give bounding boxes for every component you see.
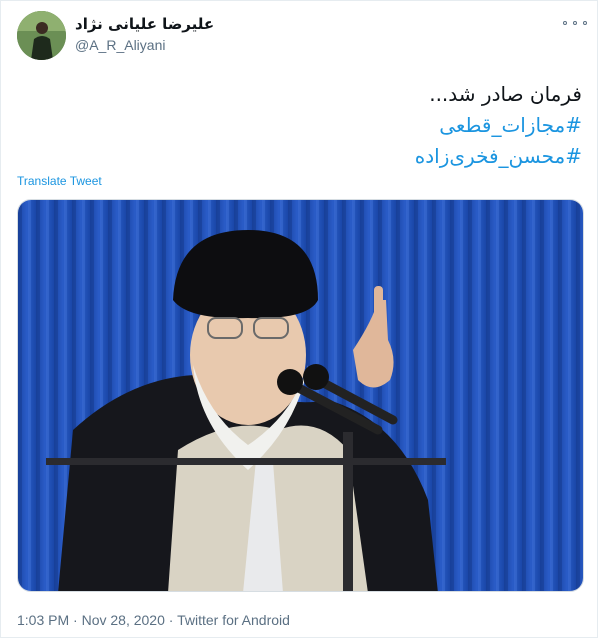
translate-tweet-link[interactable]: Translate Tweet (17, 174, 102, 188)
tweet-source-link[interactable]: Twitter for Android (177, 612, 290, 628)
tweet-photo[interactable] (17, 199, 584, 592)
tweet-text-line: فرمان صادر شد... (429, 82, 582, 106)
tweet-date-link[interactable]: Nov 28, 2020 (82, 612, 165, 628)
hashtag-link[interactable]: #مجازات_قطعی (22, 110, 582, 141)
more-horizontal-icon (563, 21, 567, 25)
more-horizontal-icon (573, 21, 577, 25)
meta-separator: · (73, 612, 78, 628)
tweet-time-link[interactable]: 1:03 PM (17, 612, 69, 628)
hashtag-link[interactable]: #محسن_فخری‌زاده (22, 141, 582, 172)
avatar[interactable] (17, 11, 66, 60)
more-horizontal-icon (583, 21, 587, 25)
author-display-name[interactable]: علیرضا علیانی نژاد (75, 15, 214, 33)
tweet-text: فرمان صادر شد... #مجازات_قطعی #محسن_فخری… (22, 79, 582, 172)
tweet-meta: 1:03 PM · Nov 28, 2020 · Twitter for And… (17, 612, 290, 628)
photo-image (18, 200, 583, 591)
meta-separator: · (168, 612, 174, 628)
more-options-button[interactable] (563, 15, 587, 31)
author-handle[interactable]: @A_R_Aliyani (75, 37, 165, 53)
tweet-card: علیرضا علیانی نژاد @A_R_Aliyani فرمان صا… (0, 0, 598, 638)
